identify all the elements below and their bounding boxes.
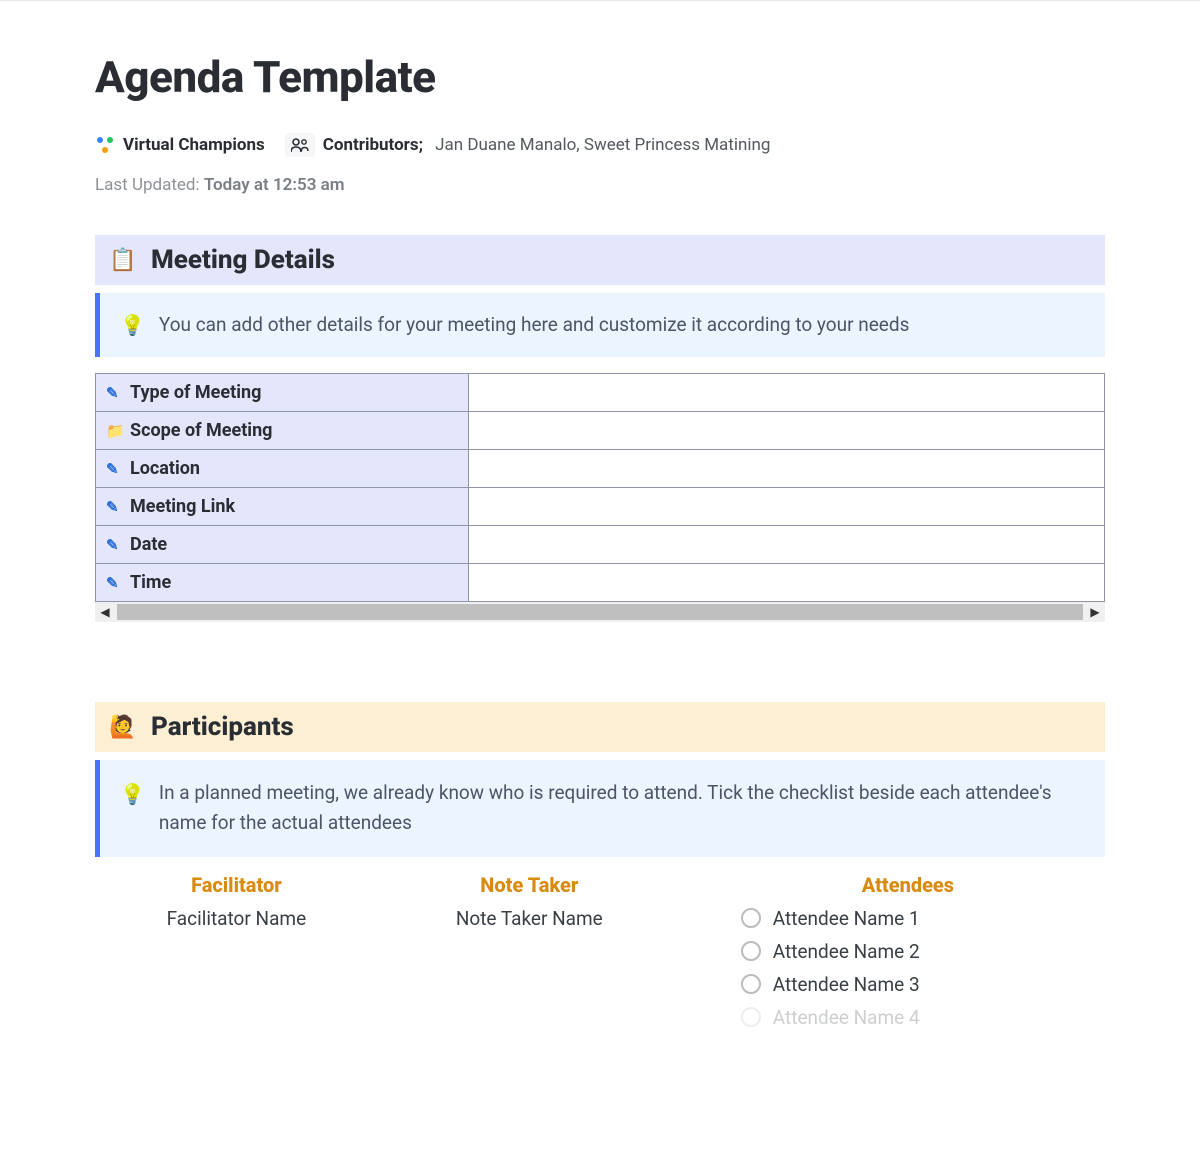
pencil-icon: ✎ (106, 498, 124, 516)
participants-tip-callout: 💡 In a planned meeting, we already know … (95, 760, 1105, 857)
row-label: Scope of Meeting (130, 420, 272, 441)
attendee-name[interactable]: Attendee Name 4 (773, 1006, 920, 1029)
attendee-item: Attendee Name 4 (741, 1006, 920, 1029)
meeting-tip-text: You can add other details for your meeti… (159, 310, 910, 340)
organization-chip[interactable]: Virtual Champions (95, 135, 265, 155)
table-value-cell[interactable] (469, 374, 1105, 412)
horizontal-scrollbar[interactable]: ◀ ▶ (95, 602, 1105, 622)
table-row: ✎ Meeting Link (96, 488, 1105, 526)
attendee-name[interactable]: Attendee Name 2 (773, 940, 920, 963)
table-row: ✎ Type of Meeting (96, 374, 1105, 412)
contributors-label: Contributors; (323, 135, 423, 155)
last-updated-label: Last Updated: (95, 175, 200, 195)
meeting-details-header: 📋 Meeting Details (95, 235, 1105, 285)
attendee-checkbox[interactable] (741, 1007, 761, 1027)
clipboard-icon: 📋 (109, 248, 137, 273)
table-value-cell[interactable] (469, 412, 1105, 450)
row-label: Location (130, 458, 200, 479)
participants-title: Participants (151, 712, 294, 742)
participants-tip-text: In a planned meeting, we already know wh… (159, 778, 1085, 839)
brand-icon (95, 135, 115, 155)
attendee-item: Attendee Name 3 (741, 973, 920, 996)
table-row: ✎ Time (96, 564, 1105, 602)
meeting-tip-callout: 💡 You can add other details for your mee… (95, 293, 1105, 357)
scroll-left-arrow-icon[interactable]: ◀ (95, 602, 115, 622)
meta-row: Virtual Champions Contributors; Jan Duan… (95, 133, 1105, 157)
pencil-icon: ✎ (106, 384, 124, 402)
table-value-cell[interactable] (469, 450, 1105, 488)
contributors-chip[interactable]: Contributors; Jan Duane Manalo, Sweet Pr… (285, 133, 771, 157)
attendees-column: Attendees Attendee Name 1 Attendee Name 2… (681, 873, 1105, 1039)
note-taker-heading: Note Taker (480, 873, 578, 897)
table-label-cell: ✎ Meeting Link (96, 488, 469, 526)
scroll-track[interactable] (117, 604, 1083, 620)
row-label: Time (130, 572, 171, 593)
meeting-details-table: ✎ Type of Meeting 📁 Scope of Meeting ✎ Locati… (95, 373, 1105, 602)
pencil-icon: ✎ (106, 460, 124, 478)
roles-row: Facilitator Facilitator Name Note Taker … (95, 873, 1105, 1039)
note-taker-column: Note Taker Note Taker Name (378, 873, 681, 1039)
page-title: Agenda Template (95, 51, 1105, 103)
table-label-cell: ✎ Location (96, 450, 469, 488)
table-row: 📁 Scope of Meeting (96, 412, 1105, 450)
attendee-item: Attendee Name 2 (741, 940, 920, 963)
bulb-icon: 💡 (120, 778, 145, 810)
bulb-icon: 💡 (120, 309, 145, 341)
last-updated: Last Updated: Today at 12:53 am (95, 175, 1105, 195)
table-label-cell: ✎ Date (96, 526, 469, 564)
row-label: Meeting Link (130, 496, 235, 517)
table-value-cell[interactable] (469, 564, 1105, 602)
scroll-right-arrow-icon[interactable]: ▶ (1085, 602, 1105, 622)
attendees-heading: Attendees (862, 873, 954, 897)
contributors-value: Jan Duane Manalo, Sweet Princess Matinin… (435, 135, 770, 155)
participants-header: 🙋 Participants (95, 702, 1105, 752)
table-label-cell: ✎ Type of Meeting (96, 374, 469, 412)
last-updated-value: Today at 12:53 am (204, 175, 345, 195)
meeting-details-title: Meeting Details (151, 245, 335, 275)
table-label-cell: ✎ Time (96, 564, 469, 602)
table-value-cell[interactable] (469, 488, 1105, 526)
facilitator-name[interactable]: Facilitator Name (167, 907, 307, 930)
row-label: Type of Meeting (130, 382, 261, 403)
attendee-checkbox[interactable] (741, 908, 761, 928)
row-label: Date (130, 534, 167, 555)
facilitator-column: Facilitator Facilitator Name (95, 873, 378, 1039)
page-container: Agenda Template Virtual Champions Contri… (0, 1, 1200, 1069)
raising-hand-icon: 🙋 (109, 715, 137, 740)
table-row: ✎ Date (96, 526, 1105, 564)
pencil-icon: ✎ (106, 574, 124, 592)
organization-name: Virtual Champions (123, 135, 265, 155)
attendee-item: Attendee Name 1 (741, 907, 920, 930)
table-label-cell: 📁 Scope of Meeting (96, 412, 469, 450)
folder-icon: 📁 (106, 422, 124, 440)
note-taker-name[interactable]: Note Taker Name (456, 907, 603, 930)
table-value-cell[interactable] (469, 526, 1105, 564)
attendee-checkbox[interactable] (741, 974, 761, 994)
attendee-name[interactable]: Attendee Name 3 (773, 973, 920, 996)
table-row: ✎ Location (96, 450, 1105, 488)
facilitator-heading: Facilitator (191, 873, 282, 897)
attendee-name[interactable]: Attendee Name 1 (773, 907, 920, 930)
contributors-icon (285, 133, 315, 157)
participants-section: 🙋 Participants 💡 In a planned meeting, w… (95, 702, 1105, 1039)
pencil-icon: ✎ (106, 536, 124, 554)
attendee-checkbox[interactable] (741, 941, 761, 961)
